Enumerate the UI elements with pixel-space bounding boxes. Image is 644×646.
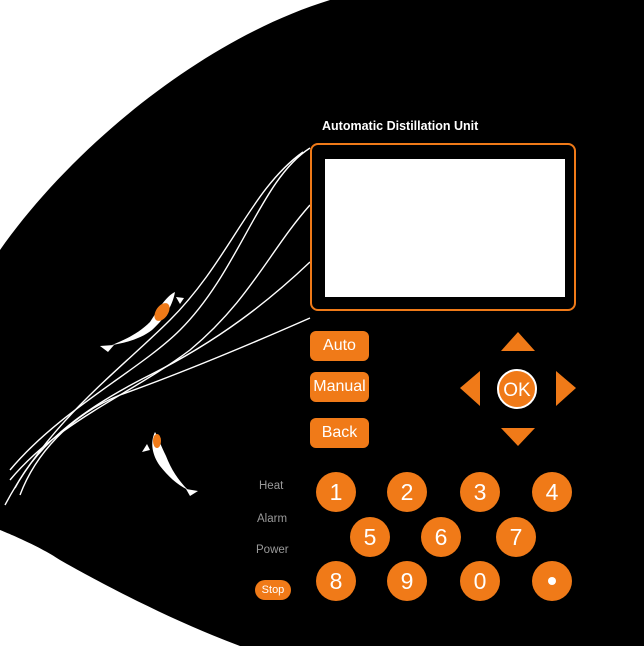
key-4[interactable]: 4: [532, 472, 572, 512]
ok-button[interactable]: OK: [497, 369, 537, 409]
panel-background: [0, 0, 644, 646]
key-9[interactable]: 9: [387, 561, 427, 601]
back-button[interactable]: Back: [310, 418, 369, 448]
alarm-label: Alarm: [257, 513, 288, 525]
key-1[interactable]: 1: [316, 472, 356, 512]
device-title: Automatic Distillation Unit: [322, 119, 479, 133]
key-3[interactable]: 3: [460, 472, 500, 512]
manual-button[interactable]: Manual: [310, 372, 369, 402]
stop-button[interactable]: Stop: [255, 580, 291, 600]
key-dot[interactable]: [532, 561, 572, 601]
nav-left-button[interactable]: [457, 368, 483, 408]
key-0[interactable]: 0: [460, 561, 500, 601]
key-6[interactable]: 6: [421, 517, 461, 557]
nav-right-button[interactable]: [553, 368, 579, 408]
display-screen: [325, 159, 565, 297]
dot-icon: [548, 577, 556, 585]
key-2[interactable]: 2: [387, 472, 427, 512]
heat-label: Heat: [259, 480, 284, 492]
key-7[interactable]: 7: [496, 517, 536, 557]
power-label: Power: [256, 544, 289, 556]
key-5[interactable]: 5: [350, 517, 390, 557]
auto-button[interactable]: Auto: [310, 331, 369, 361]
nav-up-button[interactable]: [498, 330, 538, 354]
key-8[interactable]: 8: [316, 561, 356, 601]
control-panel: Automatic Distillation Unit Auto Manual …: [0, 0, 644, 646]
nav-down-button[interactable]: [498, 425, 538, 449]
